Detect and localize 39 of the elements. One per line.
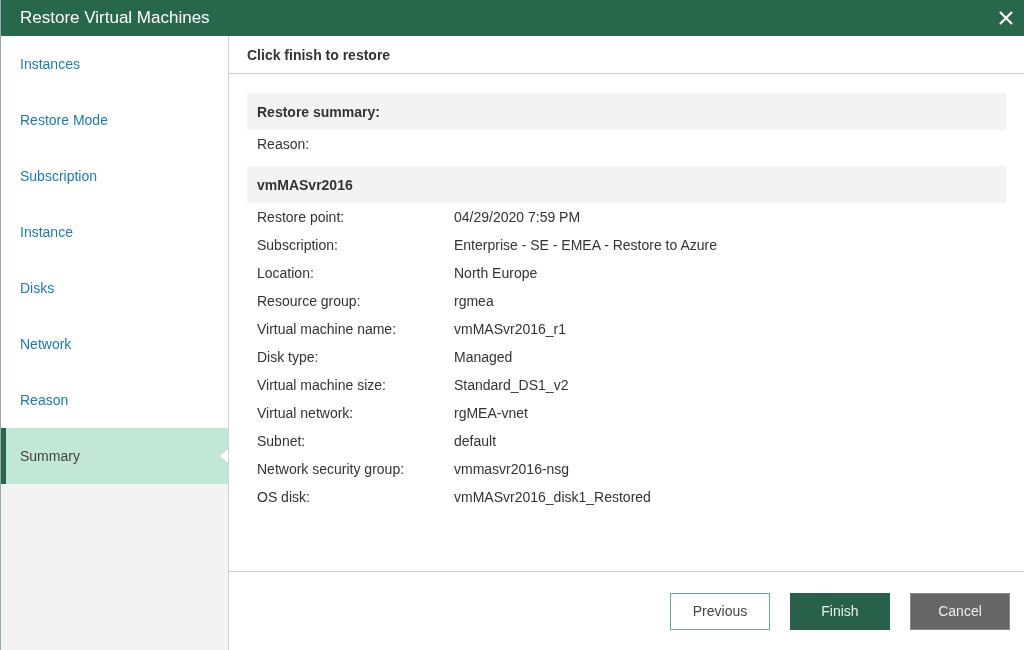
field-label: Resource group: xyxy=(257,293,362,309)
field-value: vmMASvr2016_disk1_Restored xyxy=(454,489,651,505)
field-label: Network security group: xyxy=(257,461,406,477)
wizard-step[interactable]: Instances xyxy=(1,36,228,92)
wizard-step-selected[interactable]: Summary xyxy=(1,428,228,484)
wizard-step[interactable]: Restore Mode xyxy=(1,92,228,148)
field-value: 04/29/2020 7:59 PM xyxy=(454,209,581,225)
field-label: Virtual machine size: xyxy=(257,377,387,393)
field-value: rgMEA-vnet xyxy=(454,405,528,421)
field-value: Managed xyxy=(454,349,513,365)
field-value: Enterprise - SE - EMEA - Restore to Azure xyxy=(454,237,717,253)
wizard-step[interactable]: Instance xyxy=(1,204,228,260)
field-value: rgmea xyxy=(454,293,494,309)
field-label: Virtual network: xyxy=(257,405,355,421)
wizard-step[interactable]: Reason xyxy=(1,372,228,428)
field-label: Restore point: xyxy=(257,209,346,225)
section-header: vmMASvr2016 xyxy=(247,166,1006,203)
finish-button[interactable]: Finish xyxy=(790,592,890,630)
field-value: default xyxy=(454,433,497,449)
wizard-step[interactable]: Subscription xyxy=(1,148,228,204)
wizard-step[interactable]: Network xyxy=(1,316,228,372)
page-heading: Click finish to restore xyxy=(229,36,1024,74)
field-label: Reason: xyxy=(257,136,310,152)
field-label: Location: xyxy=(257,265,315,281)
field-value: vmMASvr2016_r1 xyxy=(454,321,567,337)
wizard-step[interactable]: Disks xyxy=(1,260,228,316)
field-value: vmmasvr2016-nsg xyxy=(454,461,570,477)
cancel-button[interactable]: Cancel xyxy=(910,592,1010,630)
field-value: North Europe xyxy=(454,265,538,281)
close-icon[interactable] xyxy=(998,10,1014,26)
field-value: Standard_DS1_v2 xyxy=(454,377,569,393)
window-title: Restore Virtual Machines xyxy=(20,8,210,28)
field-label: OS disk: xyxy=(257,489,311,505)
field-label: Subscription: xyxy=(257,237,339,253)
field-label: Subnet: xyxy=(257,433,307,449)
section-header: Restore summary: xyxy=(247,93,1006,130)
field-label: Disk type: xyxy=(257,349,320,365)
previous-button[interactable]: Previous xyxy=(670,592,770,630)
field-label: Virtual machine name: xyxy=(257,321,398,337)
